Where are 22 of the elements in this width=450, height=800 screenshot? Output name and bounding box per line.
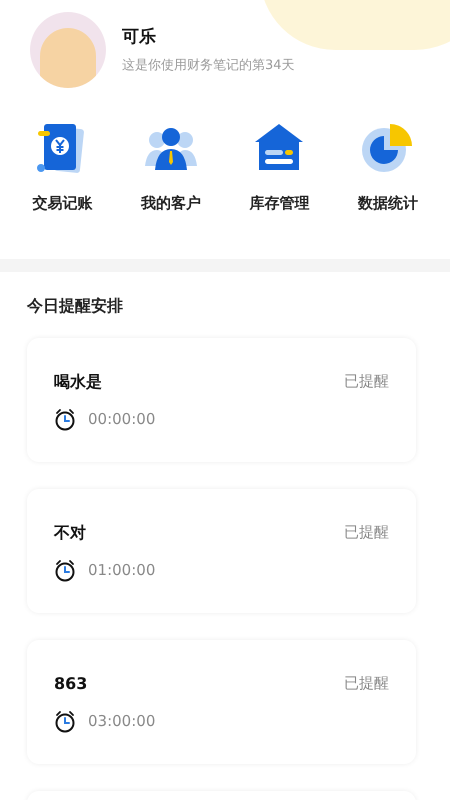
shortcut-button[interactable]: 交易记账: [8, 122, 116, 214]
shortcut-button[interactable]: 库存管理: [225, 122, 334, 214]
reminder-title: 863: [54, 672, 88, 694]
shortcut-button[interactable]: 数据统计: [334, 122, 442, 214]
alarm-clock-icon: [54, 558, 76, 582]
reminder-status: 已提醒: [344, 522, 389, 544]
usage-days-text: 这是你使用财务笔记的第34天: [122, 57, 295, 75]
reminder-status: 已提醒: [344, 371, 389, 392]
reminder-time: 03:00:00: [88, 711, 156, 732]
alarm-clock-icon: [54, 408, 76, 432]
shortcut-button[interactable]: 我的客户: [116, 122, 225, 214]
reminder-status: 已提醒: [344, 673, 389, 694]
reminder-card[interactable]: 863 已提醒 03:00:00: [27, 640, 416, 764]
reminder-card[interactable]: 喝水是 已提醒 00:00:00: [27, 338, 416, 462]
reminder-card[interactable]: 不对 已提醒 01:00:00: [27, 488, 416, 612]
reminder-time: 01:00:00: [88, 560, 156, 582]
reminder-title: 喝水是: [54, 370, 102, 392]
section-title: 今日提醒安排: [27, 294, 124, 316]
user-name: 可乐: [122, 26, 157, 48]
alarm-clock-icon: [54, 710, 76, 734]
reminder-title: 不对: [54, 522, 86, 544]
reminder-time: 00:00:00: [88, 409, 156, 430]
